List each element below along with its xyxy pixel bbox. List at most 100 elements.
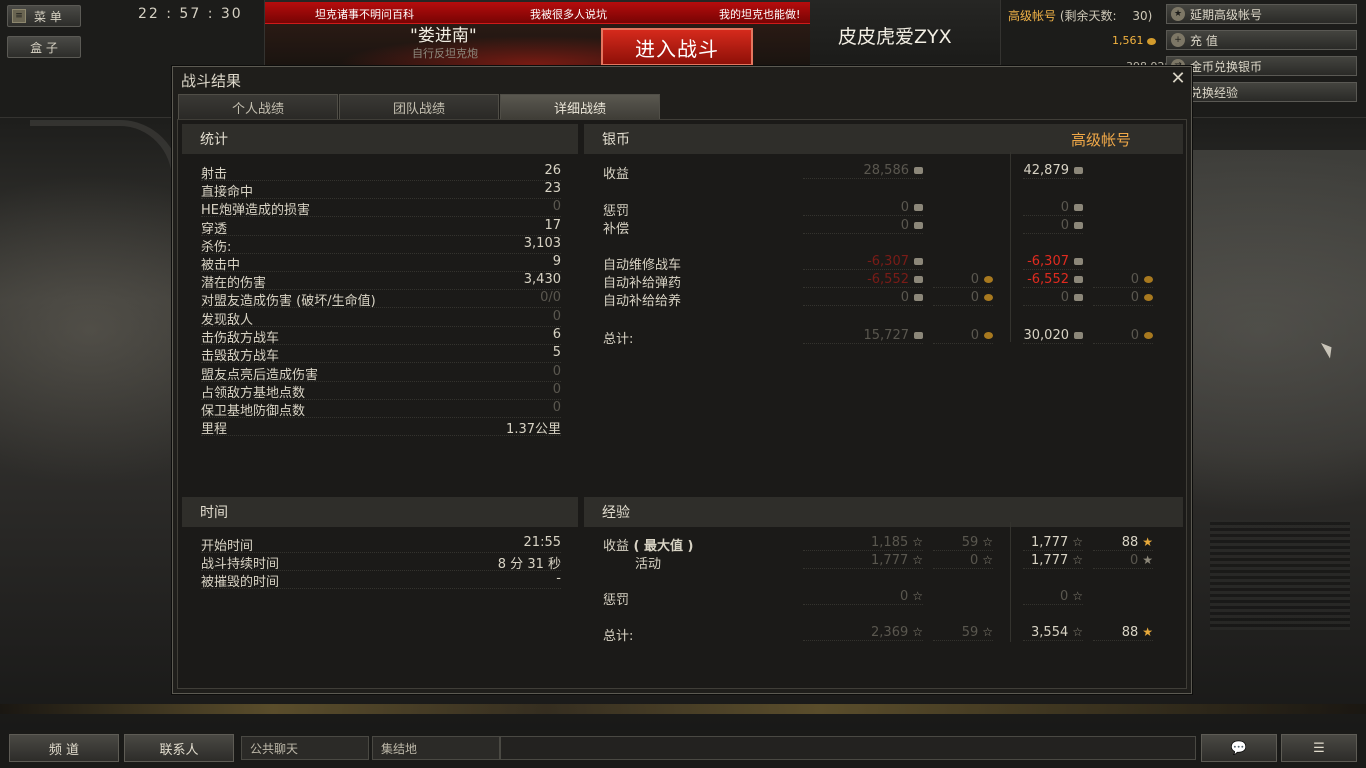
stat-row: 击毁敌方战车 5: [201, 345, 561, 364]
stats-header: 统计: [182, 124, 578, 154]
exp-base-free: 0 ☆: [933, 553, 993, 569]
time-row: 战斗持续时间 8 分 31 秒: [201, 553, 561, 572]
stat-row: 杀伤: 3,103: [201, 236, 561, 255]
exp-premium-free: 0 ★: [1093, 553, 1153, 569]
stat-row: 击伤敌方战车 6: [201, 327, 561, 346]
tab-details[interactable]: 详细战绩: [500, 94, 660, 119]
silver-coin-icon: [1074, 222, 1083, 229]
chat-tab-public[interactable]: 公共聊天: [241, 736, 369, 760]
credit-label: 惩罚: [603, 204, 630, 219]
chat-input[interactable]: [500, 736, 1196, 760]
tab-personal[interactable]: 个人战绩: [178, 94, 338, 119]
exchange-exp-button[interactable]: ⇄ 兑换经验: [1166, 82, 1357, 102]
gold-value: 1,561: [1112, 34, 1144, 47]
star-icon: ☆: [1072, 535, 1083, 549]
box-button[interactable]: 盒 子: [7, 36, 81, 58]
ticker-item[interactable]: 我被很多人说坑: [530, 6, 607, 22]
stat-value: 0: [552, 364, 561, 379]
stat-value: 5: [552, 345, 561, 360]
ticker-item[interactable]: 我的坦克也能做!: [719, 6, 800, 22]
credit-label: 自动补给弹药: [603, 276, 682, 291]
gold-coin-icon: [984, 294, 993, 301]
credit-premium-number: 0: [1060, 290, 1069, 305]
menu-icon: ≡: [12, 9, 26, 23]
credit-base-gold-number: 0: [970, 272, 979, 287]
exp-label: 总计:: [603, 625, 633, 644]
credit-base-number: 0: [900, 200, 909, 215]
silver-coin-icon: [914, 204, 923, 211]
credit-base-number: 0: [900, 218, 909, 233]
contacts-button[interactable]: 联系人: [124, 734, 234, 762]
credit-premium-value: 42,879: [1023, 163, 1083, 179]
stat-label: 被击中: [201, 258, 241, 273]
recharge-button[interactable]: + 充 值: [1166, 30, 1357, 50]
list-icon: ☰: [1313, 740, 1325, 756]
credit-base-value: -6,307: [803, 254, 923, 270]
star-icon: ☆: [1072, 553, 1083, 567]
stat-value: 17: [544, 218, 561, 233]
star-icon: ★: [1142, 553, 1153, 567]
credit-label: 总计:: [603, 332, 634, 347]
stat-label: 直接命中: [201, 185, 254, 200]
enter-battle-button[interactable]: 进入战斗: [601, 28, 753, 66]
stat-row: HE炮弹造成的损害 0: [201, 199, 561, 218]
time-value: 21:55: [523, 535, 561, 550]
star-icon: ☆: [912, 535, 923, 549]
stat-row: 盟友点亮后造成伤害 0: [201, 364, 561, 383]
exp-premium-value: 3,554 ☆: [1023, 625, 1083, 641]
stat-value: 3,430: [523, 272, 561, 287]
menu-button[interactable]: ≡ 菜 单: [7, 5, 81, 27]
exp-base-number: 1,777: [871, 553, 909, 568]
silver-coin-icon: [1074, 204, 1083, 211]
exp-base-number: 1,185: [871, 535, 909, 550]
exp-label-text: 惩罚: [603, 593, 630, 608]
credit-premium-value: -6,552: [1023, 272, 1083, 288]
stat-value: 0/0: [540, 290, 561, 305]
chat-message-button[interactable]: 💬: [1201, 734, 1277, 762]
credit-row: 惩罚 0 0: [603, 200, 1083, 219]
tab-team[interactable]: 团队战绩: [339, 94, 499, 119]
stat-label: HE炮弹造成的损害: [201, 203, 310, 218]
ticker-item[interactable]: 坦克诸事不明问百科: [315, 6, 414, 22]
silver-coin-icon: [1074, 167, 1083, 174]
exchange-silver-label: 金币兑换银币: [1190, 59, 1263, 74]
credit-premium-value: 0: [1023, 218, 1083, 234]
stat-row: 被击中 9: [201, 254, 561, 273]
channels-button[interactable]: 频 道: [9, 734, 119, 762]
time-value: 8 分 31 秒: [497, 557, 561, 572]
credit-premium-number: -6,552: [1027, 272, 1069, 287]
chat-tab-squad[interactable]: 集结地: [372, 736, 500, 760]
exp-label-text: 收益: [603, 539, 630, 554]
close-icon[interactable]: ✕: [1169, 70, 1187, 88]
premium-days-text: (剩余天数:: [1059, 9, 1117, 23]
star-icon: ☆: [982, 553, 993, 567]
stat-label: 潜在的伤害: [201, 276, 267, 291]
extend-premium-button[interactable]: ★ 延期高级帐号: [1166, 4, 1357, 24]
news-ticker[interactable]: 坦克诸事不明问百科 我被很多人说坑 我的坦克也能做!: [265, 2, 810, 24]
premium-account-header: 高级帐号: [1070, 130, 1131, 149]
experience-header-label: 经验: [602, 505, 630, 521]
exp-label: 惩罚: [603, 589, 629, 608]
credit-base-value: -6,552: [803, 272, 923, 288]
chat-list-button[interactable]: ☰: [1281, 734, 1357, 762]
message-icon: 💬: [1230, 740, 1248, 756]
hangar-vent: [1210, 520, 1350, 630]
exp-label-text: 总计:: [603, 629, 634, 644]
exp-premium-value: 1,777 ☆: [1023, 553, 1083, 569]
exchange-silver-button[interactable]: ⇄ 金币兑换银币: [1166, 56, 1357, 76]
exp-base-free: 59 ☆: [933, 625, 993, 641]
exp-premium-number: 3,554: [1031, 625, 1069, 640]
credit-label: 自动补给给养: [603, 294, 682, 309]
stat-row: 对盟友造成伤害 (破坏/生命值) 0/0: [201, 290, 561, 309]
stat-label: 对盟友造成伤害 (破坏/生命值): [201, 294, 376, 309]
credit-premium-number: 0: [1060, 218, 1069, 233]
column-divider: [1010, 152, 1011, 342]
stat-value: 0: [552, 400, 561, 415]
credit-premium-gold: 0: [1093, 290, 1153, 306]
credit-premium-number: 0: [1060, 200, 1069, 215]
credit-base-number: 28,586: [863, 163, 910, 178]
credit-base-gold-number: 0: [970, 328, 979, 343]
experience-header: 经验: [584, 497, 1183, 527]
exp-premium-number: 1,777: [1031, 535, 1069, 550]
credit-base-value: 15,727: [803, 328, 923, 344]
